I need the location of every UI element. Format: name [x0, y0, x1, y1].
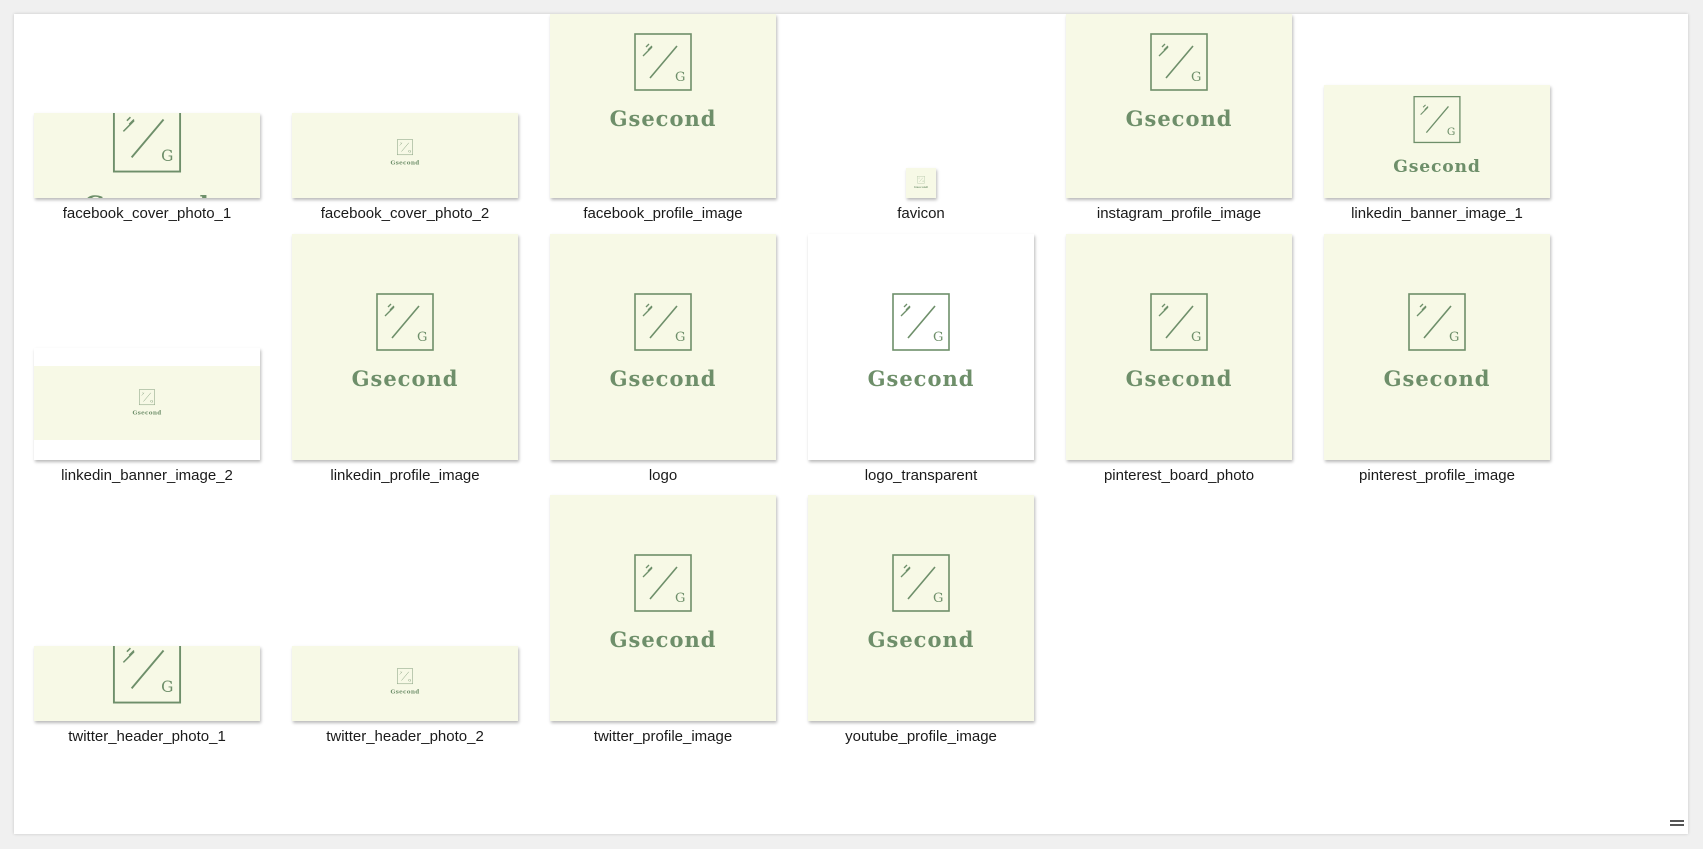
file-tile[interactable]: G Gsecond youtube_profile_image — [808, 14, 1034, 834]
svg-text:Gsecond: Gsecond — [610, 627, 717, 652]
gsecond-logo-icon: G Gsecond — [608, 553, 718, 663]
svg-text:Gsecond: Gsecond — [390, 690, 419, 696]
file-browser-window: G Gsecond facebook_cover_photo_1 G Gseco… — [14, 14, 1688, 834]
svg-text:G: G — [1191, 330, 1201, 345]
file-name-label: pinterest_profile_image — [1359, 467, 1515, 484]
resize-grip-icon[interactable] — [1670, 820, 1684, 830]
thumbnail-grid: G Gsecond facebook_cover_photo_1 G Gseco… — [14, 14, 1688, 834]
file-name-label: twitter_header_photo_1 — [68, 728, 226, 745]
file-name-label: pinterest_board_photo — [1103, 467, 1255, 484]
svg-text:G: G — [408, 678, 411, 682]
file-thumbnail[interactable]: G Gsecond — [550, 495, 776, 721]
gsecond-logo-icon: G Gsecond — [82, 646, 212, 721]
file-thumbnail[interactable]: G Gsecond — [1066, 234, 1292, 460]
file-name-label: twitter_profile_image — [593, 728, 733, 745]
file-tile[interactable]: G Gsecond twitter_header_photo_2 — [292, 14, 518, 834]
gsecond-logo-icon: G Gsecond — [866, 553, 976, 663]
file-tile[interactable]: G Gsecond pinterest_board_photo — [1066, 14, 1292, 834]
svg-text:G: G — [161, 678, 173, 696]
file-thumbnail[interactable]: G Gsecond — [34, 646, 260, 721]
gsecond-logo-icon: G Gsecond — [390, 663, 420, 703]
file-thumbnail[interactable]: G Gsecond — [292, 646, 518, 721]
file-tile[interactable]: G Gsecond twitter_header_photo_1 — [34, 14, 260, 834]
file-thumbnail[interactable]: G Gsecond — [1324, 234, 1550, 460]
file-tile[interactable]: G Gsecond pinterest_profile_image — [1324, 14, 1550, 834]
svg-text:Gsecond: Gsecond — [868, 627, 975, 652]
svg-text:Gsecond: Gsecond — [1384, 366, 1491, 391]
file-name-label: youtube_profile_image — [845, 728, 997, 745]
svg-text:G: G — [1449, 330, 1459, 345]
svg-text:Gsecond: Gsecond — [1126, 366, 1233, 391]
svg-text:G: G — [933, 591, 943, 606]
gsecond-logo-icon: G Gsecond — [1382, 292, 1492, 402]
file-thumbnail[interactable]: G Gsecond — [808, 495, 1034, 721]
file-name-label: twitter_header_photo_2 — [326, 728, 484, 745]
svg-text:G: G — [675, 591, 685, 606]
gsecond-logo-icon: G Gsecond — [1124, 292, 1234, 402]
file-tile[interactable]: G Gsecond twitter_profile_image — [550, 14, 776, 834]
